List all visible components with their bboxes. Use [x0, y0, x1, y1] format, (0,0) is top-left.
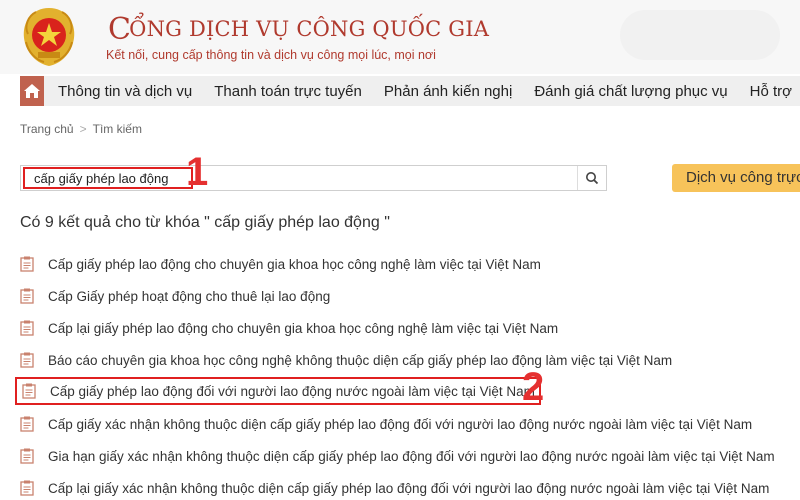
site-header: CỔNG DỊCH VỤ CÔNG QUỐC GIA Kết nối, cung… [0, 0, 800, 74]
nav-item-service-rating[interactable]: Đánh giá chất lượng phục vụ [534, 83, 727, 100]
list-item[interactable]: Gia hạn giấy xác nhận không thuộc diện c… [20, 444, 775, 468]
search-bar [20, 165, 607, 191]
document-icon [20, 352, 34, 368]
title-text: ỔNG DỊCH VỤ CÔNG QUỐC GIA [129, 17, 490, 41]
list-item[interactable]: Cấp Giấy phép hoạt động cho thuê lại lao… [20, 284, 330, 308]
home-icon [23, 84, 40, 98]
header-decoration [620, 10, 780, 60]
breadcrumb-current: Tìm kiếm [92, 122, 142, 136]
document-icon [20, 448, 34, 464]
search-icon [586, 172, 599, 185]
main-nav: Thông tin và dịch vụ Thanh toán trực tuy… [20, 76, 800, 106]
document-icon [20, 288, 34, 304]
result-link[interactable]: Cấp lại giấy xác nhận không thuộc diện c… [48, 481, 769, 496]
result-link[interactable]: Báo cáo chuyên gia khoa học công nghệ kh… [48, 353, 672, 368]
public-service-button[interactable]: Dịch vụ công trực [672, 164, 800, 192]
breadcrumb-home[interactable]: Trang chủ [20, 122, 74, 136]
results-heading: Có 9 kết quả cho từ khóa " cấp giấy phép… [20, 214, 390, 231]
breadcrumb-separator: > [79, 122, 87, 136]
result-link[interactable]: Cấp giấy phép lao động đối với người lao… [50, 384, 535, 399]
site-tagline: Kết nối, cung cấp thông tin và dịch vụ c… [106, 48, 436, 62]
nav-item-online-payment[interactable]: Thanh toán trực tuyến [214, 83, 362, 100]
document-icon [20, 256, 34, 272]
nav-item-feedback[interactable]: Phản ánh kiến nghị [384, 83, 512, 100]
document-icon [20, 320, 34, 336]
national-emblem-icon[interactable] [14, 4, 84, 70]
search-button[interactable] [581, 169, 603, 187]
search-divider [577, 166, 578, 190]
result-link[interactable]: Cấp giấy xác nhận không thuộc diện cấp g… [48, 417, 752, 432]
document-icon [20, 416, 34, 432]
result-link[interactable]: Cấp Giấy phép hoạt động cho thuê lại lao… [48, 289, 330, 304]
annotation-marker-1: 1 [186, 150, 209, 194]
list-item-highlighted[interactable]: Cấp giấy phép lao động đối với người lao… [15, 377, 541, 405]
document-icon [22, 383, 36, 399]
result-link[interactable]: Cấp lại giấy phép lao động cho chuyên gi… [48, 321, 558, 336]
nav-item-info-services[interactable]: Thông tin và dịch vụ [58, 83, 192, 100]
list-item[interactable]: Cấp lại giấy xác nhận không thuộc diện c… [20, 476, 769, 500]
list-item[interactable]: Cấp giấy xác nhận không thuộc diện cấp g… [20, 412, 752, 436]
nav-home-button[interactable] [20, 76, 44, 106]
annotation-marker-2: 2 [522, 365, 545, 409]
title-initial: C [108, 12, 132, 47]
result-link[interactable]: Gia hạn giấy xác nhận không thuộc diện c… [48, 449, 775, 464]
search-input[interactable] [23, 167, 193, 189]
site-title[interactable]: CỔNG DỊCH VỤ CÔNG QUỐC GIA [108, 9, 490, 47]
document-icon [20, 480, 34, 496]
breadcrumb: Trang chủ > Tìm kiếm [20, 122, 142, 136]
list-item[interactable]: Báo cáo chuyên gia khoa học công nghệ kh… [20, 348, 672, 372]
nav-item-support[interactable]: Hỗ trợ [750, 83, 792, 100]
list-item[interactable]: Cấp lại giấy phép lao động cho chuyên gi… [20, 316, 558, 340]
list-item[interactable]: Cấp giấy phép lao động cho chuyên gia kh… [20, 252, 541, 276]
result-link[interactable]: Cấp giấy phép lao động cho chuyên gia kh… [48, 257, 541, 272]
